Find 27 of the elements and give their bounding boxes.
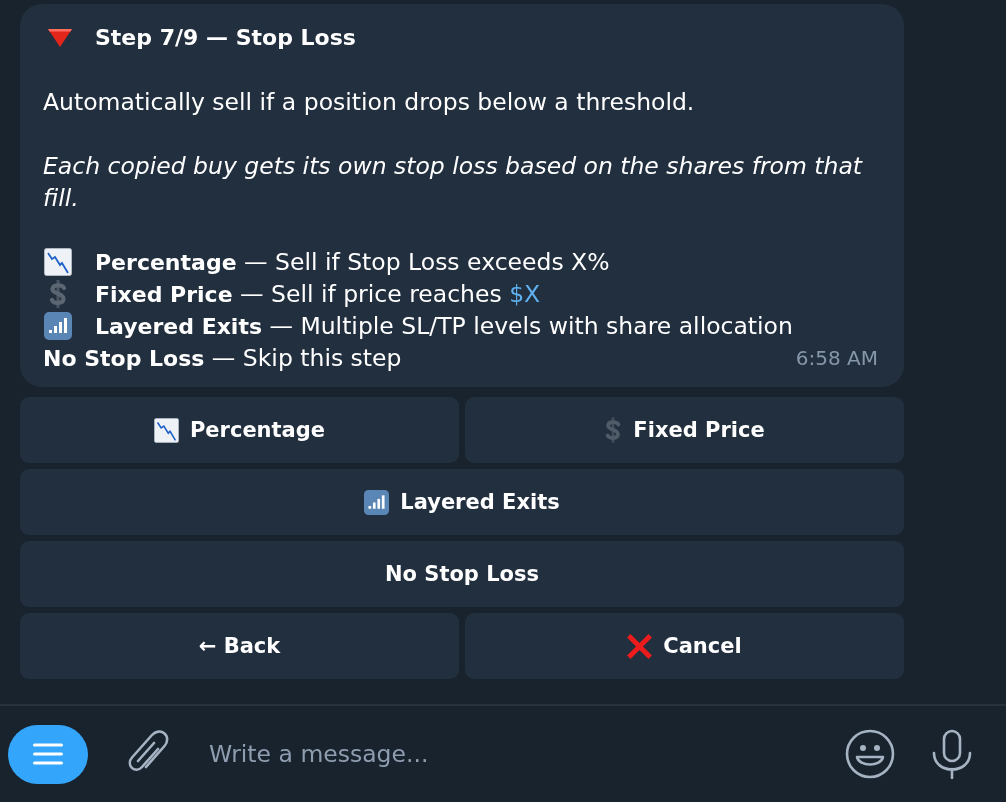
message-time: 6:58 AM bbox=[795, 345, 878, 372]
signal-bars-icon bbox=[364, 489, 390, 515]
price-link[interactable]: $X bbox=[509, 279, 541, 308]
microphone-icon[interactable] bbox=[932, 729, 972, 779]
smiley-icon[interactable] bbox=[845, 729, 895, 779]
signal-bars-icon bbox=[44, 312, 72, 340]
option-description: Fixed Price — Sell if price reaches $X bbox=[95, 278, 541, 310]
cross-mark-icon bbox=[627, 633, 653, 659]
dollar-sign-icon bbox=[604, 417, 623, 443]
message-title: Step 7/9 — Stop Loss bbox=[95, 24, 356, 52]
message-input[interactable]: Write a message... bbox=[209, 729, 825, 779]
option-description: Percentage — Sell if Stop Loss exceeds X% bbox=[95, 246, 610, 278]
message-text: Automatically sell if a position drops below a threshold. bbox=[43, 87, 696, 118]
chart-decreasing-icon bbox=[153, 417, 179, 443]
chart-decreasing-icon bbox=[44, 248, 72, 276]
keyboard-button[interactable]: Cancel bbox=[465, 613, 904, 679]
keyboard-button[interactable]: Layered Exits bbox=[20, 469, 904, 535]
triangle-down-icon bbox=[48, 29, 72, 47]
keyboard-button[interactable]: Fixed Price bbox=[465, 397, 904, 463]
keyboard-button[interactable]: ← Back bbox=[20, 613, 459, 679]
keyboard-button[interactable]: Percentage bbox=[20, 397, 459, 463]
menu-icon bbox=[33, 743, 63, 765]
dollar-sign-icon bbox=[48, 279, 68, 309]
option-description: No Stop Loss — Skip this step bbox=[43, 342, 402, 374]
message-note: Each copied buy gets its own stop loss based on the shares from that fill. bbox=[43, 151, 864, 214]
keyboard-button[interactable]: No Stop Loss bbox=[20, 541, 904, 607]
option-description: Layered Exits — Multiple SL/TP levels with share allocation bbox=[95, 310, 793, 342]
